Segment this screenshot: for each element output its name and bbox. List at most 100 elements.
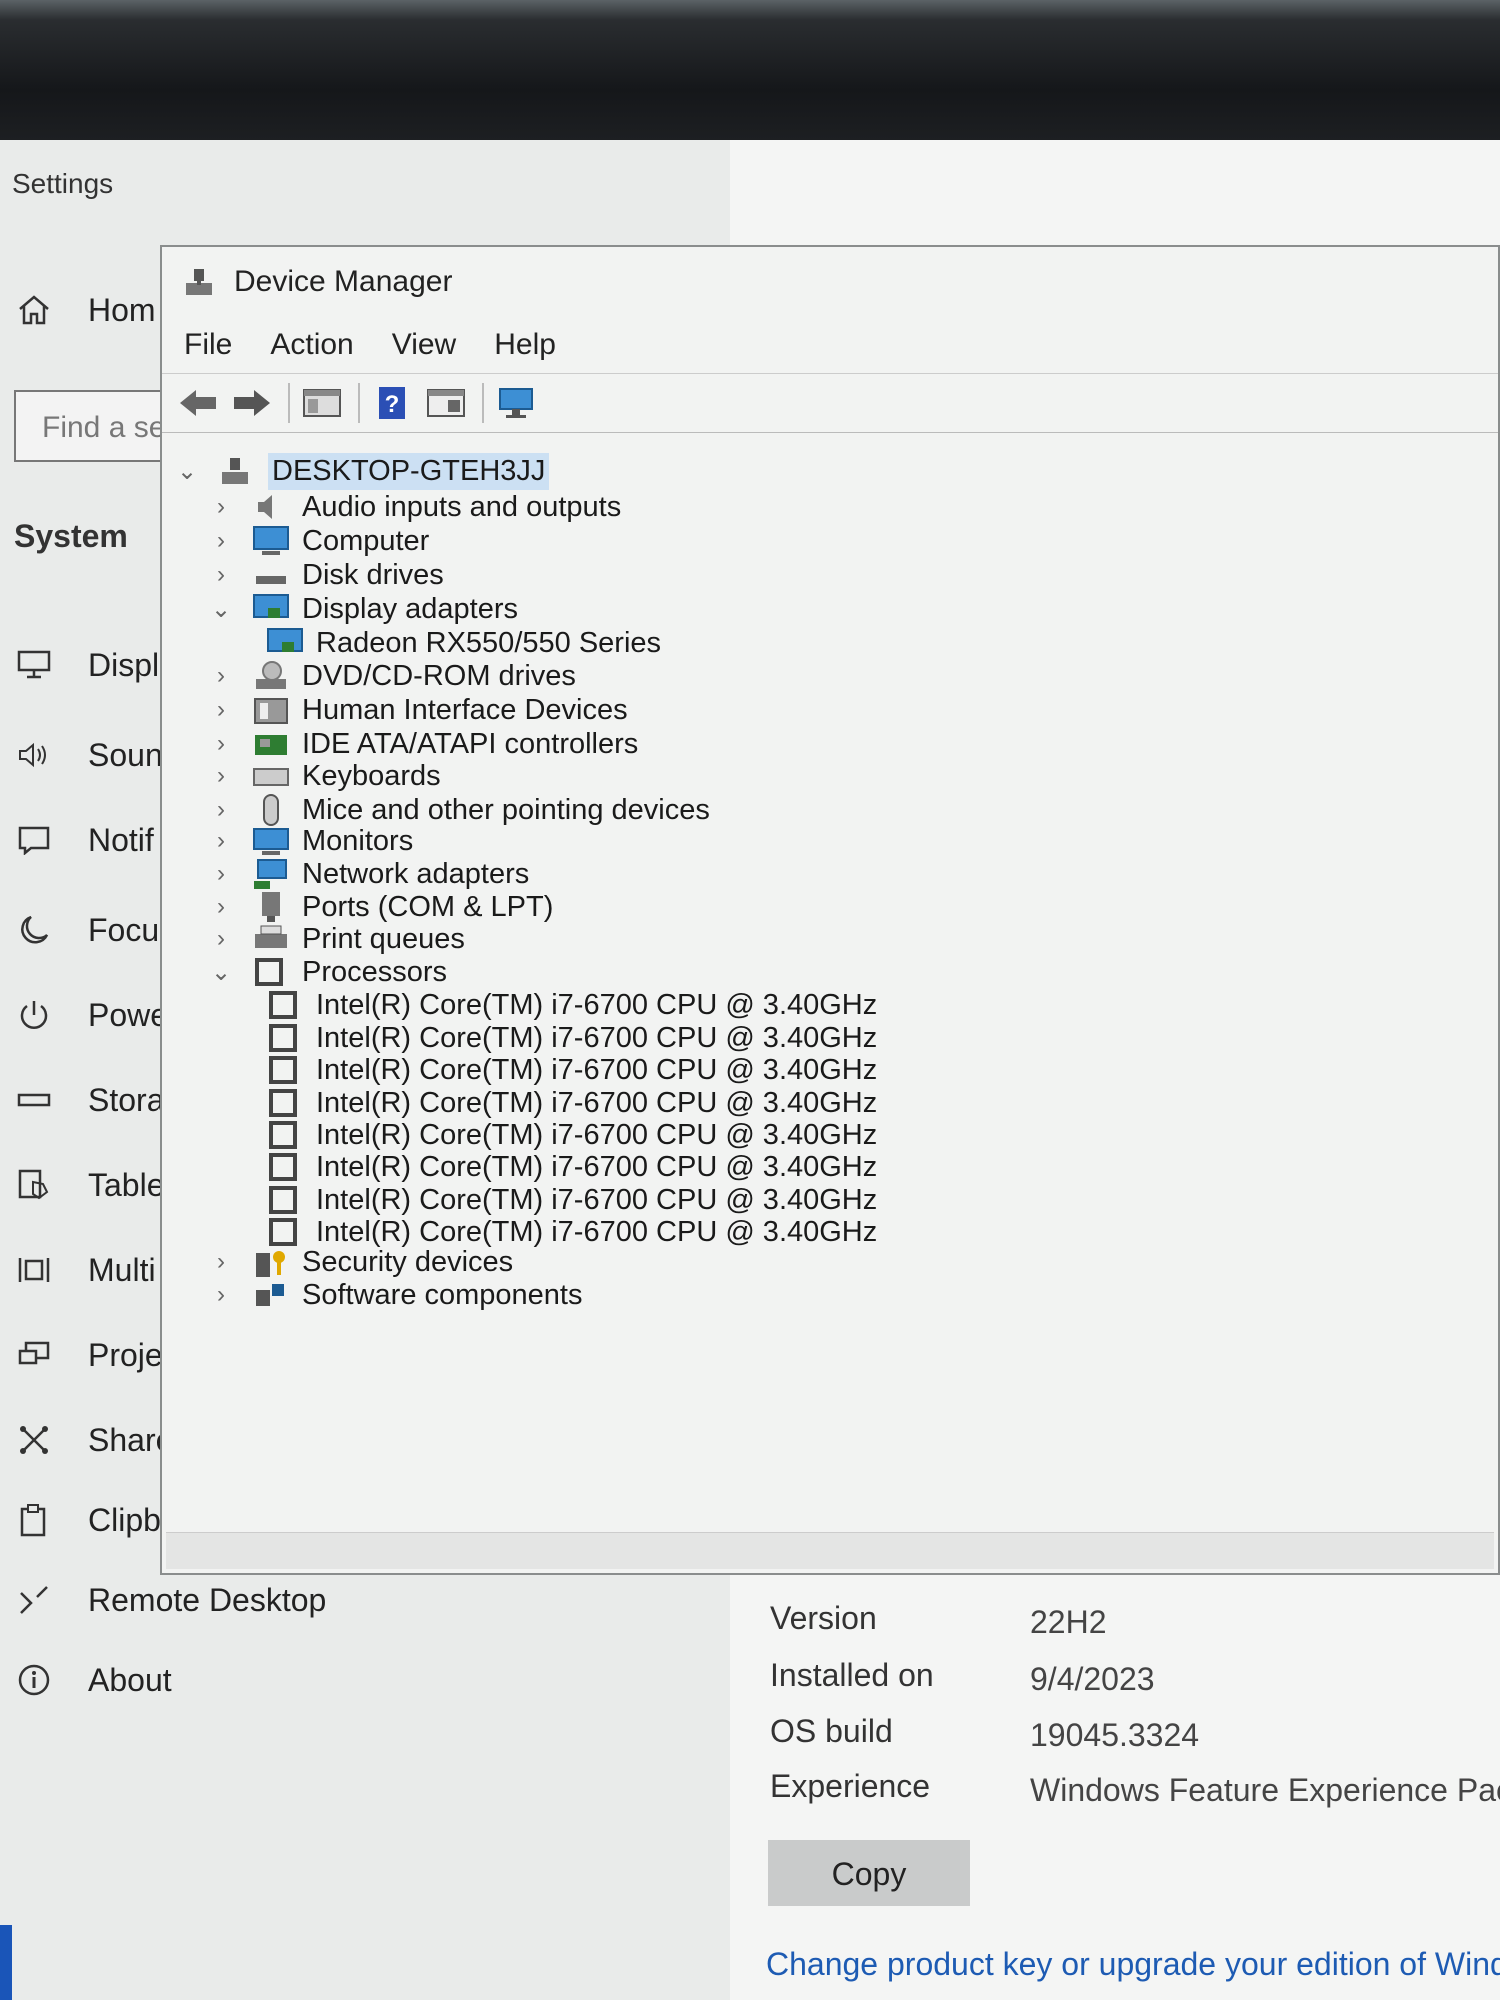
chevron-right-icon[interactable]: › <box>206 493 236 521</box>
chevron-down-icon[interactable]: ⌄ <box>172 457 202 486</box>
copy-button[interactable]: Copy <box>768 1840 970 1906</box>
help-icon[interactable]: ? <box>370 383 414 423</box>
clipboard-icon <box>14 1500 54 1540</box>
display-adapter-icon <box>252 592 290 626</box>
shared-experiences-icon <box>14 1420 54 1460</box>
monitor-bezel <box>0 0 1500 140</box>
device-label: Processors <box>302 955 448 988</box>
device-label: Monitors <box>302 824 414 857</box>
sidebar-item-notifications[interactable]: Notif <box>14 820 154 860</box>
sidebar-item-multitasking[interactable]: Multi <box>14 1250 156 1290</box>
hid-icon <box>252 693 290 727</box>
scan-hardware-changes-icon[interactable] <box>494 383 538 423</box>
computer-icon <box>252 524 290 558</box>
horizontal-scrollbar[interactable] <box>166 1532 1494 1569</box>
show-hide-console-tree-icon[interactable] <box>300 383 344 423</box>
sidebar-item-label: Stora <box>88 1081 165 1118</box>
chevron-right-icon[interactable]: › <box>206 1281 236 1309</box>
storage-icon <box>14 1080 54 1120</box>
keyboard-icon <box>252 759 290 793</box>
chevron-right-icon[interactable]: › <box>206 860 236 888</box>
menu-view[interactable]: View <box>392 328 456 362</box>
focus-assist-icon <box>14 910 54 950</box>
sidebar-item-remote-desktop[interactable]: Remote Desktop <box>14 1580 326 1620</box>
tablet-icon <box>14 1165 54 1205</box>
chevron-right-icon[interactable]: › <box>206 1248 236 1276</box>
device-label: Human Interface Devices <box>302 693 628 726</box>
chevron-right-icon[interactable]: › <box>206 561 236 589</box>
tree-root[interactable]: ⌄ DESKTOP-GTEH3JJ <box>172 451 550 491</box>
chevron-right-icon[interactable]: › <box>206 762 236 790</box>
power-icon <box>14 995 54 1035</box>
selected-indicator <box>0 1925 12 2000</box>
security-device-icon <box>252 1245 290 1279</box>
projecting-icon <box>14 1335 54 1375</box>
sidebar-item-display[interactable]: Displ <box>14 645 159 685</box>
toolbar: ? <box>162 373 1498 433</box>
device-manager-window[interactable]: Device Manager File Action View Help ? ⌄… <box>160 245 1500 1575</box>
spec-value: 19045.3324 <box>1030 1717 1200 1753</box>
device-label: Intel(R) Core(TM) i7-6700 CPU @ 3.40GHz <box>316 1150 878 1183</box>
chevron-down-icon[interactable]: ⌄ <box>206 958 236 987</box>
change-product-key-link[interactable]: Change product key or upgrade your editi… <box>766 1946 1500 1983</box>
chevron-right-icon[interactable]: › <box>206 827 236 855</box>
printer-icon <box>252 922 290 956</box>
multitasking-icon <box>14 1250 54 1290</box>
processor-icon <box>252 955 290 989</box>
chevron-right-icon[interactable]: › <box>206 893 236 921</box>
sidebar-item-sound[interactable]: Soun <box>14 735 163 775</box>
sidebar-item-focus-assist[interactable]: Focu <box>14 910 159 950</box>
chevron-down-icon[interactable]: ⌄ <box>206 595 236 624</box>
chevron-right-icon[interactable]: › <box>206 730 236 758</box>
sidebar-item-label: Powe <box>88 996 169 1033</box>
sidebar-item-tablet[interactable]: Table <box>14 1165 165 1205</box>
device-label: DVD/CD-ROM drives <box>302 659 576 692</box>
window-title: Device Manager <box>234 265 453 298</box>
menu-help[interactable]: Help <box>494 328 556 362</box>
chevron-right-icon[interactable]: › <box>206 527 236 555</box>
device-label: Security devices <box>302 1245 514 1278</box>
sidebar-item-storage[interactable]: Stora <box>14 1080 164 1120</box>
chevron-right-icon[interactable]: › <box>206 925 236 953</box>
device-label: Intel(R) Core(TM) i7-6700 CPU @ 3.40GHz <box>316 1053 878 1086</box>
sidebar-item-label: Soun <box>88 736 163 773</box>
sidebar-item-about[interactable]: About <box>14 1660 172 1700</box>
menu-bar: File Action View Help <box>162 317 1498 373</box>
back-arrow-icon[interactable] <box>176 383 220 423</box>
sidebar-item-label: Multi <box>88 1251 156 1288</box>
spec-value: Windows Feature Experience Pack <box>1030 1772 1500 1808</box>
sidebar-item-projecting[interactable]: Proje <box>14 1335 163 1375</box>
device-category[interactable]: › Software components <box>206 1275 582 1315</box>
display-icon <box>14 645 54 685</box>
menu-action[interactable]: Action <box>270 328 353 362</box>
disk-drive-icon <box>252 558 290 592</box>
chevron-right-icon[interactable]: › <box>206 796 236 824</box>
title-bar[interactable]: Device Manager <box>162 247 1498 317</box>
display-adapter-icon <box>266 626 304 660</box>
sidebar-item-label: Remote Desktop <box>88 1581 327 1618</box>
root-label: DESKTOP-GTEH3JJ <box>268 452 550 490</box>
device-label: Display adapters <box>302 592 518 625</box>
menu-file[interactable]: File <box>184 328 232 362</box>
home-icon <box>14 290 54 330</box>
forward-arrow-icon[interactable] <box>230 383 274 423</box>
chevron-right-icon[interactable]: › <box>206 696 236 724</box>
device-label: Radeon RX550/550 Series <box>316 626 662 659</box>
spec-value: 22H2 <box>1030 1604 1107 1640</box>
properties-icon[interactable] <box>424 383 468 423</box>
sidebar-item-power[interactable]: Powe <box>14 995 168 1035</box>
device-label: Intel(R) Core(TM) i7-6700 CPU @ 3.40GHz <box>316 988 878 1021</box>
software-component-icon <box>252 1278 290 1312</box>
device-label: Keyboards <box>302 759 441 792</box>
dvd-drive-icon <box>252 659 290 693</box>
sidebar-item-home[interactable]: Hom <box>14 290 156 330</box>
spec-label: Installed on <box>770 1657 934 1693</box>
sidebar-item-label: Table <box>88 1166 165 1203</box>
spec-label: Version <box>770 1600 877 1636</box>
chevron-right-icon[interactable]: › <box>206 662 236 690</box>
toolbar-separator <box>288 383 290 423</box>
device-manager-icon <box>182 265 216 299</box>
spec-value: 9/4/2023 <box>1030 1661 1155 1697</box>
sound-icon <box>14 735 54 775</box>
processor-icon <box>266 1053 304 1087</box>
